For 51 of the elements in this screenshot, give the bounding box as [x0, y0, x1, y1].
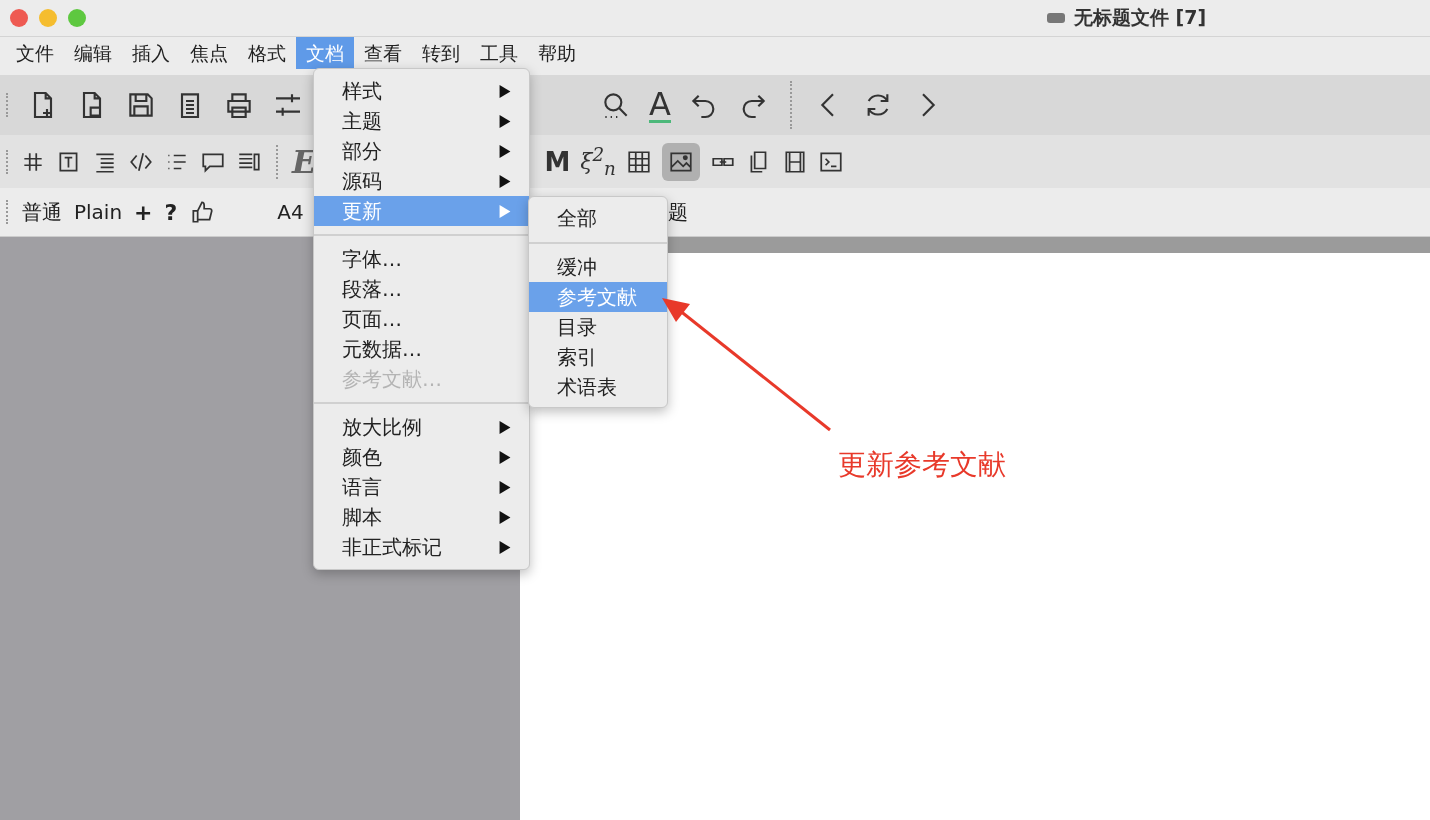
- submenu-arrow-icon: [499, 114, 511, 128]
- annotation-label: 更新参考文献: [838, 447, 1006, 483]
- menu-item[interactable]: 主题: [314, 106, 529, 136]
- menu-item[interactable]: 颜色: [314, 442, 529, 472]
- menu-item[interactable]: 部分: [314, 136, 529, 166]
- toolbar-button[interactable]: 题: [667, 198, 688, 226]
- toolbar-button[interactable]: Plain: [74, 200, 123, 224]
- menu-item[interactable]: 段落…: [314, 274, 529, 304]
- close-button[interactable]: [10, 9, 28, 27]
- menu-item[interactable]: 字体…: [314, 244, 529, 274]
- menu-item[interactable]: 文件: [6, 37, 64, 69]
- toolbar-button[interactable]: ?: [164, 199, 178, 225]
- math-button[interactable]: M: [544, 146, 571, 177]
- submenu-arrow-icon: [499, 480, 511, 494]
- menu-item[interactable]: 插入: [122, 37, 180, 69]
- menu-item[interactable]: 转到: [412, 37, 470, 69]
- submenu-arrow-icon: [499, 174, 511, 188]
- menu-item[interactable]: 帮助: [528, 37, 586, 69]
- menu-item[interactable]: 页面…: [314, 304, 529, 334]
- menu-item[interactable]: 元数据…: [314, 334, 529, 364]
- menu-item[interactable]: 目录: [529, 312, 667, 342]
- menu-item[interactable]: 放大比例: [314, 412, 529, 442]
- thumbs-up-icon[interactable]: [189, 199, 216, 225]
- submenu-arrow-icon: [499, 144, 511, 158]
- submenu-arrow-icon: [499, 450, 511, 464]
- window-title: 无标题文件 [7]: [1074, 5, 1207, 30]
- insert-image-button[interactable]: [661, 142, 700, 181]
- menu-item[interactable]: 语言: [314, 472, 529, 502]
- menu-item[interactable]: 焦点: [180, 37, 238, 69]
- submenu-arrow-icon: [499, 420, 511, 434]
- menu-item[interactable]: 全部: [529, 202, 667, 234]
- font-color-button[interactable]: A: [649, 87, 671, 123]
- menu-item[interactable]: 样式: [314, 76, 529, 106]
- toolbar-button[interactable]: 普通: [22, 198, 62, 226]
- table-icon[interactable]: [625, 148, 652, 175]
- menu-item[interactable]: 源码: [314, 166, 529, 196]
- menu-item[interactable]: 工具: [470, 37, 528, 69]
- menu-item[interactable]: 编辑: [64, 37, 122, 69]
- submenu-arrow-icon: [499, 84, 511, 98]
- submenu-arrow-icon: [499, 204, 511, 218]
- submenu-arrow-icon: [499, 540, 511, 554]
- menu-item[interactable]: 脚本: [314, 502, 529, 532]
- submenu-arrow-icon: [499, 510, 511, 524]
- toolbar-button[interactable]: +: [134, 199, 153, 225]
- menu-item[interactable]: 索引: [529, 342, 667, 372]
- paper-size-button[interactable]: A4: [277, 200, 304, 224]
- menu-item[interactable]: 缓冲: [529, 252, 667, 282]
- menu-item[interactable]: 术语表: [529, 372, 667, 402]
- menu-item[interactable]: 非正式标记: [314, 532, 529, 562]
- menu-item[interactable]: 格式: [238, 37, 296, 69]
- menu-item[interactable]: 查看: [354, 37, 412, 69]
